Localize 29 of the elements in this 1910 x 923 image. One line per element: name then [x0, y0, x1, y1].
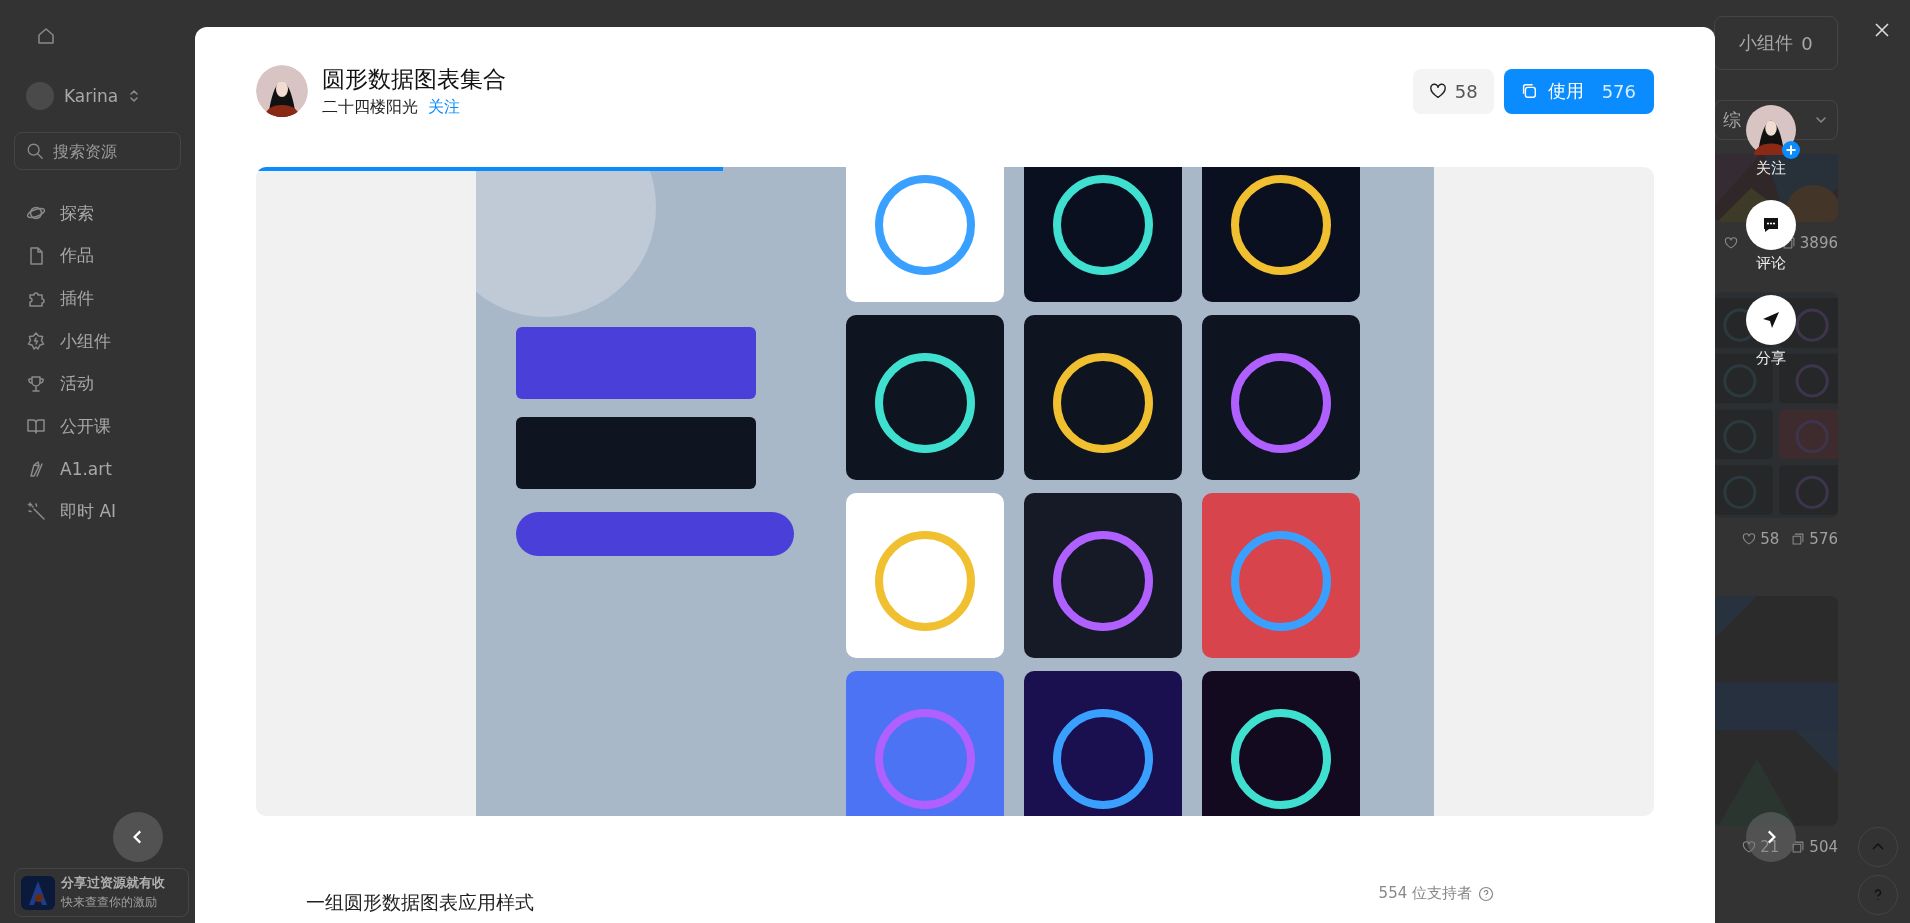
promo-subtitle: 快来查查你的激励 [61, 894, 158, 911]
sidebar-item[interactable]: 活动 [14, 362, 181, 405]
author-name[interactable]: 二十四楼阳光 [322, 97, 418, 118]
action-label: 分享 [1756, 349, 1786, 368]
tab[interactable]: 小组件 0 [1714, 16, 1838, 70]
follow-link[interactable]: 关注 [428, 97, 460, 118]
resource-title: 圆形数据图表集合 [322, 65, 507, 94]
sidebar-item[interactable]: A1.art [14, 447, 181, 491]
sidebar-item[interactable]: 探索 [14, 192, 181, 235]
use-count: 3896 [1799, 234, 1838, 252]
supporter-count: 554 位支持者 [1378, 884, 1472, 903]
use-count: 576 [1809, 530, 1838, 548]
sidebar-item[interactable]: 插件 [14, 277, 181, 320]
like-count: 21 [1760, 838, 1780, 856]
sidebar-item[interactable]: 小组件 [14, 319, 181, 363]
search-field[interactable]: 搜索资源 [14, 132, 181, 170]
sidebar-item[interactable]: 公开课 [14, 404, 181, 448]
action-label: 评论 [1756, 254, 1786, 273]
promo-card[interactable]: 分享过资源就有收 快来查查你的激励 [14, 868, 189, 917]
promo-title: 分享过资源就有收 [61, 874, 165, 892]
use-button[interactable]: 使用 576 [1503, 68, 1654, 114]
sidebar-item[interactable]: 即时 AI [14, 490, 181, 533]
use-count: 504 [1809, 838, 1838, 856]
sidebar-item[interactable]: 作品 [14, 234, 181, 278]
like-button[interactable]: 58 [1412, 68, 1494, 114]
action-label: 关注 [1756, 159, 1786, 178]
description: 一组圆形数据图表应用样式 [306, 890, 534, 915]
user-name[interactable]: Karina [64, 86, 119, 106]
like-count: 58 [1760, 530, 1780, 548]
